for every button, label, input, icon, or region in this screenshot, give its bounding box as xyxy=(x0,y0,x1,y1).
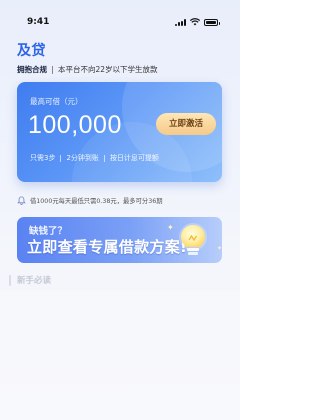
activate-button[interactable]: 立即激活 xyxy=(156,113,216,135)
compliance-tag: 拥抱合规 xyxy=(17,65,47,74)
feature-list: 只需3步 2分钟到账 按日计息可提额 xyxy=(30,153,159,163)
promo-banner[interactable]: 缺钱了？ 立即查看专属借款方案! ✦ ✦ xyxy=(17,217,222,263)
compliance-notice: 本平台不向22岁以下学生放款 xyxy=(58,65,158,74)
divider xyxy=(52,65,53,74)
wifi-icon xyxy=(190,18,200,26)
max-limit-label: 最高可借（元） xyxy=(30,97,83,106)
content-fade xyxy=(0,290,240,420)
app-title: 及贷 xyxy=(17,43,46,59)
status-icons xyxy=(175,18,220,26)
divider xyxy=(103,154,105,162)
bell-icon xyxy=(17,196,26,205)
rate-notice: 借1000元每天最低只需0.38元，最多可分36期 xyxy=(17,196,163,205)
battery-icon xyxy=(204,18,220,26)
signal-icon xyxy=(175,18,186,26)
app-screen: 9:41 及贷 拥抱合规 本平台不向22岁以下学生放款 最高可借（元） 100,… xyxy=(0,0,240,420)
compliance-line: 拥抱合规 本平台不向22岁以下学生放款 xyxy=(17,64,158,75)
sparkle-icon: ✦ xyxy=(217,245,222,252)
status-time: 9:41 xyxy=(27,17,50,27)
feature-item: 按日计息可提额 xyxy=(109,154,159,162)
max-limit-amount: 100,000 xyxy=(28,111,122,139)
promo-subtitle: 缺钱了？ xyxy=(29,226,68,237)
promo-title: 立即查看专属借款方案! xyxy=(27,238,188,256)
rate-notice-text: 借1000元每天最低只需0.38元，最多可分36期 xyxy=(30,198,163,205)
section-title: 新手必读 xyxy=(17,276,52,286)
lightbulb-icon xyxy=(179,223,207,255)
beginner-guide-section[interactable]: 新手必读 xyxy=(9,274,51,286)
status-bar: 9:41 xyxy=(0,0,240,32)
divider xyxy=(60,154,62,162)
section-marker xyxy=(9,274,11,286)
feature-item: 只需3步 xyxy=(30,154,56,162)
feature-item: 2分钟到账 xyxy=(66,154,99,162)
credit-limit-card[interactable]: 最高可借（元） 100,000 立即激活 只需3步 2分钟到账 按日计息可提额 xyxy=(17,82,222,182)
